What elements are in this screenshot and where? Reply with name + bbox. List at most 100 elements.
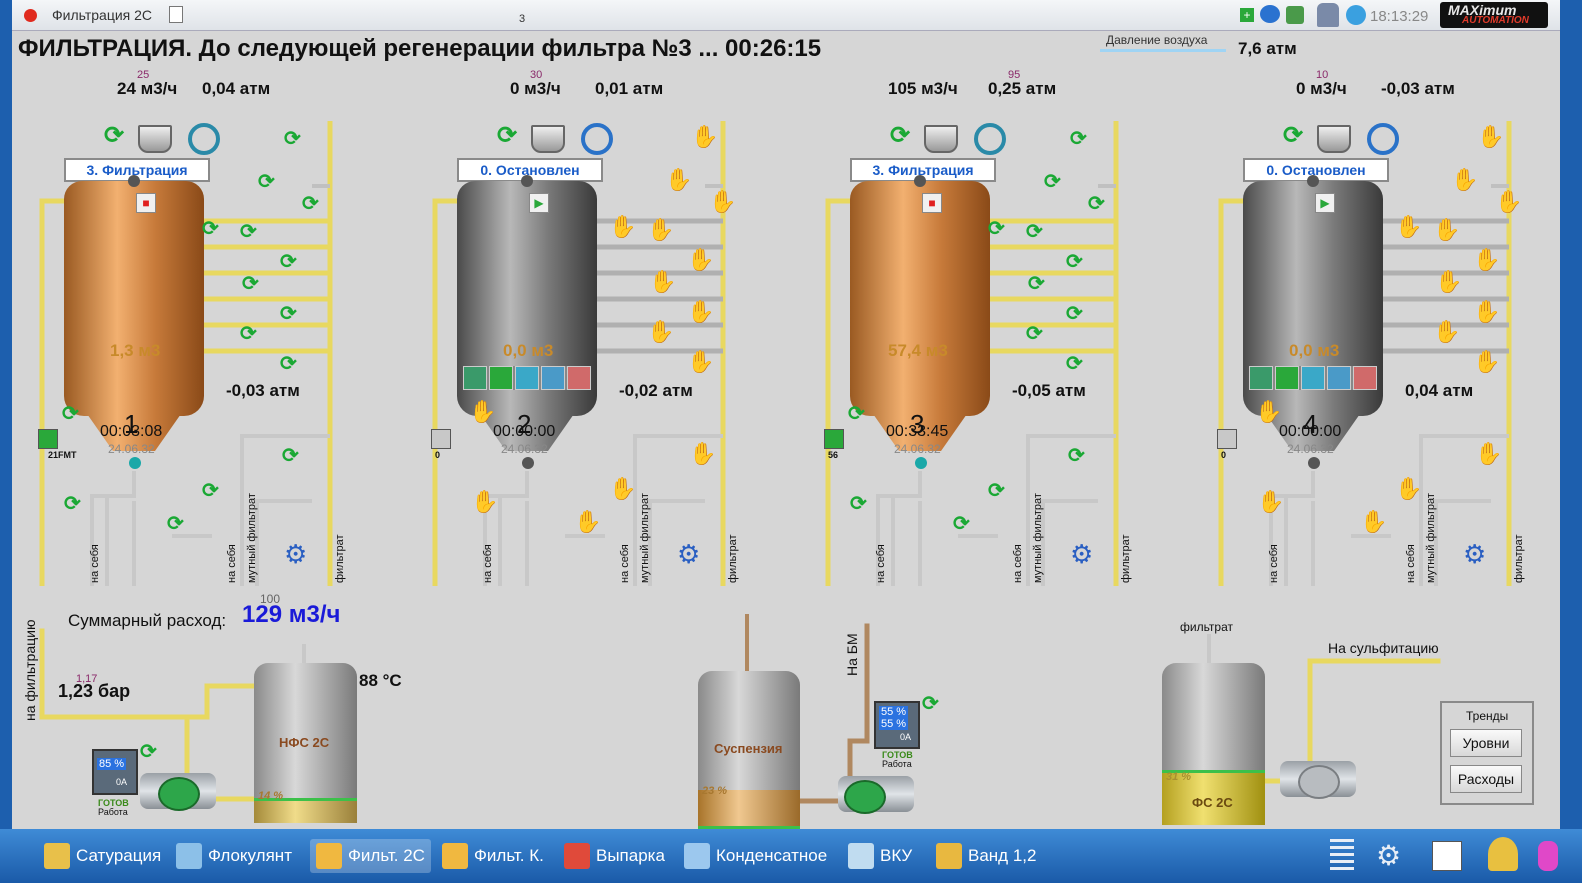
valve-manual-hand-icon[interactable]: ✋: [1255, 401, 1282, 423]
filter-tank[interactable]: ▶ 0,0 м3 2: [457, 175, 597, 451]
cip-toolbar[interactable]: [463, 366, 591, 390]
valve-manual-hand-icon[interactable]: ✋: [1395, 478, 1422, 500]
settings-gear-icon[interactable]: ⚙: [677, 539, 700, 570]
blower-icon[interactable]: [188, 123, 220, 155]
valve-auto-icon[interactable]: ⟳: [1028, 271, 1045, 296]
play-icon[interactable]: ▶: [529, 193, 549, 213]
cycle-mode-icon[interactable]: ⟳: [890, 121, 910, 150]
play-icon[interactable]: ▶: [1315, 193, 1335, 213]
valve-auto-icon[interactable]: ⟳: [850, 491, 867, 516]
valve-auto-icon[interactable]: ⟳: [988, 216, 1005, 241]
suspension-tank[interactable]: Суспензия 23 %: [698, 671, 800, 829]
valve-auto-icon[interactable]: ⟳: [284, 126, 301, 151]
cycle-mode-icon[interactable]: ⟳: [1283, 121, 1303, 150]
valve-manual-hand-icon[interactable]: ✋: [1451, 169, 1478, 191]
filter-tank[interactable]: ▶ 0,0 м3 4: [1243, 175, 1383, 451]
cup-icon[interactable]: [924, 125, 958, 153]
flowmeter-icon[interactable]: [1217, 429, 1237, 449]
valve-manual-hand-icon[interactable]: ✋: [1473, 301, 1500, 323]
valve-manual-hand-icon[interactable]: ✋: [649, 271, 676, 293]
pump1[interactable]: [140, 773, 216, 811]
cycle-mode-icon[interactable]: ⟳: [497, 121, 517, 150]
valve-auto-icon[interactable]: ⟳: [1066, 351, 1083, 376]
valve-auto-icon[interactable]: ⟳: [953, 511, 970, 536]
valve-manual-hand-icon[interactable]: ✋: [709, 191, 736, 213]
cip-toolbar[interactable]: [1249, 366, 1377, 390]
valve-manual-hand-icon[interactable]: ✋: [687, 301, 714, 323]
valve-manual-hand-icon[interactable]: ✋: [1433, 321, 1460, 343]
valve-auto-icon[interactable]: ⟳: [280, 351, 297, 376]
valve-manual-hand-icon[interactable]: ✋: [1473, 351, 1500, 373]
pump2[interactable]: [838, 776, 914, 814]
engineer-icon[interactable]: [1488, 837, 1518, 871]
valve-manual-hand-icon[interactable]: ✋: [1395, 216, 1422, 238]
nfs-tank[interactable]: НФС 2С 14 %: [254, 663, 357, 823]
taskbar-item[interactable]: Фильт. К.: [442, 839, 544, 873]
flows-button[interactable]: Расходы: [1450, 765, 1522, 793]
valve-auto-icon[interactable]: ⟳: [258, 169, 275, 194]
valve-manual-hand-icon[interactable]: ✋: [691, 126, 718, 148]
cup-icon[interactable]: [138, 125, 172, 153]
valve-manual-hand-icon[interactable]: ✋: [689, 443, 716, 465]
valve-auto-icon[interactable]: ⟳: [202, 478, 219, 503]
valve-auto-icon[interactable]: ⟳: [62, 401, 79, 426]
valve-manual-hand-icon[interactable]: ✋: [1360, 511, 1387, 533]
valve-auto-icon[interactable]: ⟳: [242, 271, 259, 296]
close-icon[interactable]: [24, 9, 37, 22]
valve-auto-icon[interactable]: ⟳: [1044, 169, 1061, 194]
valve-auto-icon[interactable]: ⟳: [280, 249, 297, 274]
taskbar-item[interactable]: ВКУ: [848, 839, 912, 873]
settings-gear-icon[interactable]: ⚙: [1070, 539, 1093, 570]
chat-icon[interactable]: [1260, 5, 1280, 23]
valve-manual-hand-icon[interactable]: ✋: [1257, 491, 1284, 513]
pump2-display[interactable]: 55 % 55 % 0A: [874, 701, 920, 749]
valve-auto-icon[interactable]: ⟳: [1026, 219, 1043, 244]
valve-auto-icon[interactable]: ⟳: [202, 216, 219, 241]
valve-manual-hand-icon[interactable]: ✋: [1473, 249, 1500, 271]
blower-icon[interactable]: [1367, 123, 1399, 155]
flowmeter-icon[interactable]: [431, 429, 451, 449]
valve-manual-hand-icon[interactable]: ✋: [1477, 126, 1504, 148]
valve-manual-hand-icon[interactable]: ✋: [469, 401, 496, 423]
operator-icon[interactable]: [1317, 3, 1339, 27]
settings-gear-icon[interactable]: ⚙: [284, 539, 307, 570]
valve-manual-hand-icon[interactable]: ✋: [665, 169, 692, 191]
touch-icon[interactable]: [1538, 841, 1558, 871]
valve-auto-icon[interactable]: ⟳: [64, 491, 81, 516]
stop-icon[interactable]: ■: [922, 193, 942, 213]
valve-auto-icon[interactable]: ⟳: [280, 301, 297, 326]
valve-auto-icon[interactable]: ⟳: [302, 191, 319, 216]
valve-manual-hand-icon[interactable]: ✋: [1433, 219, 1460, 241]
blower-icon[interactable]: [974, 123, 1006, 155]
valve-manual-hand-icon[interactable]: ✋: [687, 351, 714, 373]
valve-auto-icon[interactable]: ⟳: [282, 443, 299, 468]
stop-icon[interactable]: ■: [136, 193, 156, 213]
taskbar-item[interactable]: Выпарка: [564, 839, 665, 873]
valve-manual-hand-icon[interactable]: ✋: [609, 216, 636, 238]
blower-icon[interactable]: [581, 123, 613, 155]
valve-manual-hand-icon[interactable]: ✋: [647, 321, 674, 343]
taskbar-item[interactable]: Фильт. 2С: [310, 839, 431, 873]
menu-icon[interactable]: [1330, 839, 1354, 873]
valve-auto-icon[interactable]: ⟳: [240, 321, 257, 346]
settings-gear-icon[interactable]: ⚙: [1463, 539, 1486, 570]
valve-manual-hand-icon[interactable]: ✋: [574, 511, 601, 533]
valve-manual-hand-icon[interactable]: ✋: [687, 249, 714, 271]
pump1-display[interactable]: 85 % 0A: [92, 749, 138, 795]
flowmeter-icon[interactable]: [38, 429, 58, 449]
settings-icon[interactable]: ⚙: [1376, 839, 1401, 872]
valve-manual-hand-icon[interactable]: ✋: [471, 491, 498, 513]
taskbar-item[interactable]: Флокулянт: [176, 839, 292, 873]
network-icon[interactable]: [1286, 6, 1304, 24]
valve-auto-icon[interactable]: ⟳: [988, 478, 1005, 503]
valve-auto-icon[interactable]: ⟳: [848, 401, 865, 426]
valve-auto-icon[interactable]: ⟳: [1068, 443, 1085, 468]
flowmeter-icon[interactable]: [824, 429, 844, 449]
valve-manual-hand-icon[interactable]: ✋: [1475, 443, 1502, 465]
notepad-icon[interactable]: [169, 6, 183, 23]
valve-manual-hand-icon[interactable]: ✋: [1435, 271, 1462, 293]
trend-chart-icon[interactable]: [1432, 841, 1462, 871]
taskbar-item[interactable]: Конденсатное: [684, 839, 827, 873]
levels-button[interactable]: Уровни: [1450, 729, 1522, 757]
fs-tank[interactable]: ФС 2С 31 %: [1162, 663, 1265, 825]
